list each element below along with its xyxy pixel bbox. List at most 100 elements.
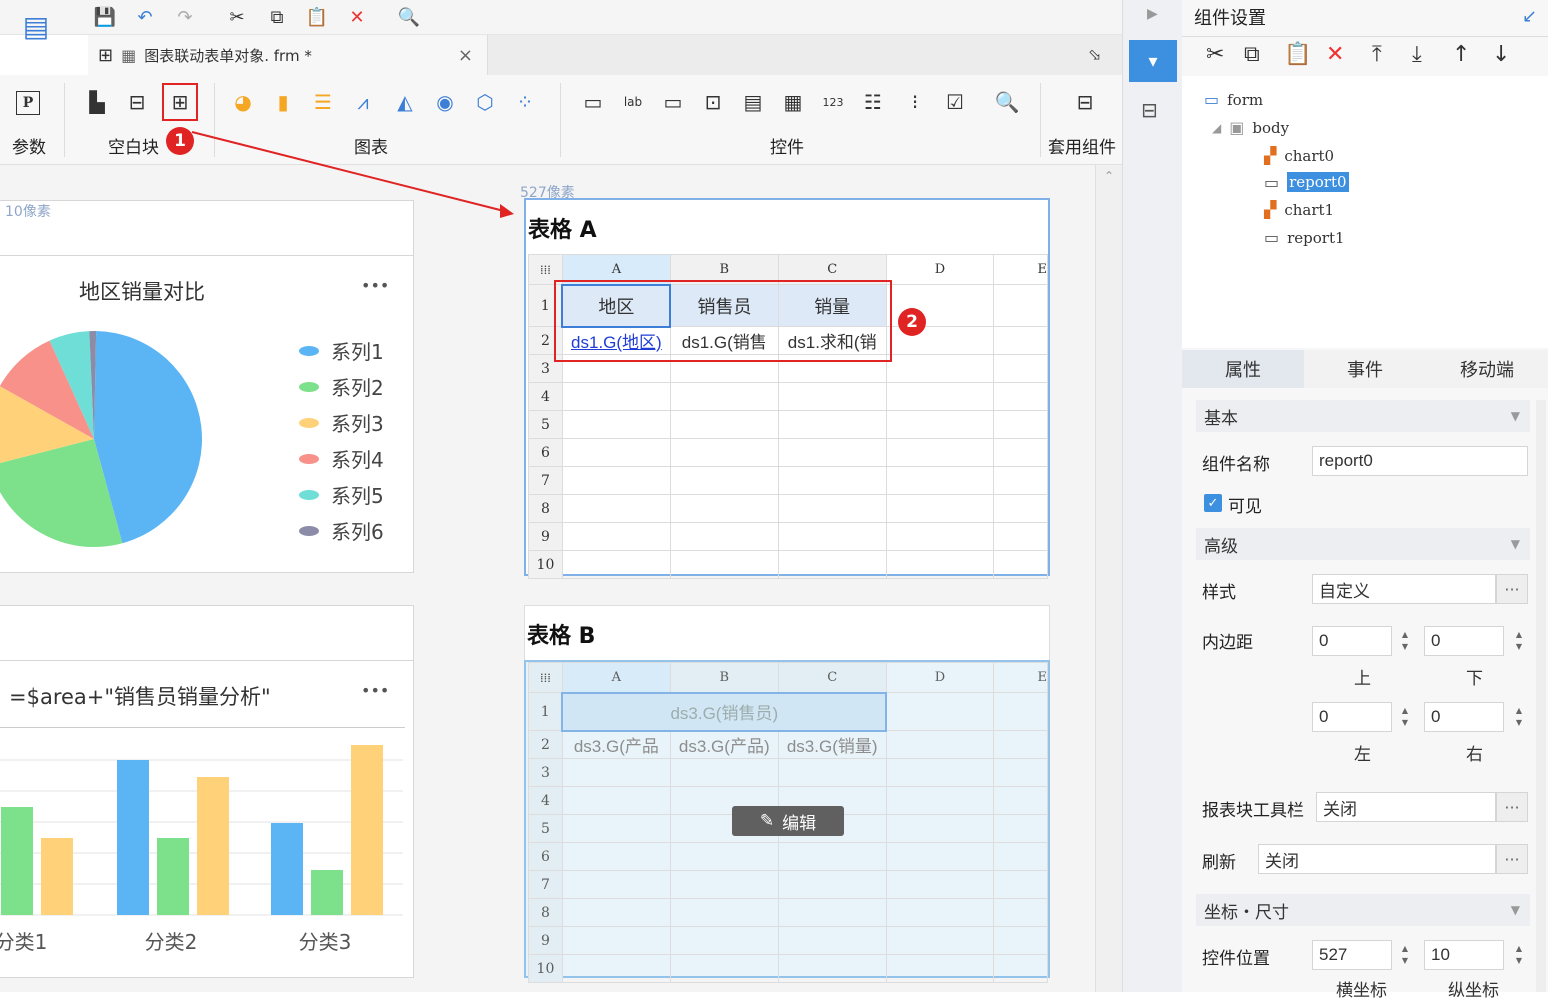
table-cell[interactable] <box>993 354 1048 383</box>
table-cell[interactable] <box>777 758 887 787</box>
refresh-more-button[interactable]: ··· <box>1496 844 1528 874</box>
table-cell[interactable] <box>993 786 1048 815</box>
table-cell[interactable] <box>777 870 887 899</box>
row-header[interactable]: 4 <box>528 382 563 411</box>
table-cell[interactable] <box>885 410 995 439</box>
button-widget-icon[interactable]: ▭ <box>578 87 608 117</box>
style-more-button[interactable]: ··· <box>1496 574 1528 604</box>
line-chart-icon[interactable]: ⩘ <box>348 87 378 117</box>
component-settings-icon[interactable]: ▾ <box>1129 40 1177 82</box>
table-cell[interactable] <box>561 758 671 787</box>
move-up-icon[interactable]: ↑ <box>1452 42 1470 67</box>
table-cell[interactable] <box>885 758 995 787</box>
table-cell[interactable] <box>885 786 995 815</box>
table-cell[interactable] <box>669 954 779 983</box>
table-cell[interactable] <box>993 284 1048 327</box>
radar-chart-icon[interactable]: ⬡ <box>470 87 500 117</box>
table-cell[interactable] <box>561 550 671 579</box>
cut-icon[interactable]: ✂ <box>1206 42 1224 67</box>
row-header[interactable]: 5 <box>528 410 563 439</box>
table-cell[interactable] <box>669 758 779 787</box>
table-cell[interactable] <box>561 898 671 927</box>
table-cell[interactable] <box>669 466 779 495</box>
legend-item[interactable]: 系列5 <box>299 480 384 509</box>
chart-more-icon[interactable]: ••• <box>361 681 389 700</box>
table-cell[interactable] <box>885 926 995 955</box>
table-cell[interactable] <box>885 354 995 383</box>
paste-icon[interactable]: 📋 <box>304 4 330 30</box>
toolbar-input[interactable]: 关闭 <box>1316 792 1496 822</box>
col-header[interactable]: E <box>993 662 1048 693</box>
table-cell[interactable] <box>561 786 671 815</box>
gauge-chart-icon[interactable]: ◉ <box>430 87 460 117</box>
date-widget-icon[interactable]: ▦ <box>778 87 808 117</box>
expand-arrow-icon[interactable]: ▶ <box>1147 6 1158 22</box>
padding-right-input[interactable]: 0 <box>1424 702 1504 732</box>
preset-component-icon[interactable]: ⊟ <box>1070 87 1100 117</box>
spinner[interactable]: ▲ ▼ <box>1398 626 1412 656</box>
legend-item[interactable]: 系列2 <box>299 372 384 401</box>
table-cell[interactable] <box>561 382 671 411</box>
table-cell[interactable] <box>993 410 1048 439</box>
report-block-icon[interactable]: ⊞ <box>162 83 198 121</box>
tab-mobile[interactable]: 移动端 <box>1426 350 1548 388</box>
row-header[interactable]: 4 <box>528 786 563 815</box>
table-cell[interactable] <box>561 954 671 983</box>
table-cell[interactable] <box>993 758 1048 787</box>
spinner[interactable]: ▲ ▼ <box>1512 702 1526 732</box>
column-chart-icon[interactable]: ☰ <box>308 87 338 117</box>
table-cell[interactable] <box>885 382 995 411</box>
table-cell[interactable] <box>993 842 1048 871</box>
tree-item-chart0[interactable]: ▞ chart0 <box>1264 146 1334 165</box>
table-cell[interactable] <box>993 494 1048 523</box>
padding-top-input[interactable]: 0 <box>1312 626 1392 656</box>
table-cell[interactable]: ds3.G(销售员) <box>561 691 888 732</box>
row-header[interactable]: 10 <box>528 954 563 983</box>
tree-item-chart1[interactable]: ▞ chart1 <box>1264 200 1334 219</box>
table-cell[interactable] <box>669 550 779 579</box>
table-cell[interactable]: ds3.G(销量) <box>777 730 887 759</box>
toolbar-more-button[interactable]: ··· <box>1496 792 1528 822</box>
section-advanced[interactable]: 高级 ▼ <box>1196 528 1530 560</box>
spinner[interactable]: ▲ ▼ <box>1398 940 1412 970</box>
collapse-icon[interactable]: ◢ <box>1212 121 1221 135</box>
table-cell[interactable] <box>669 382 779 411</box>
tree-item-report1[interactable]: ▭ report1 <box>1264 228 1345 247</box>
tab-form-file[interactable]: ⊞ ▦ 图表联动表单对象. frm * × <box>88 35 488 75</box>
table-cell[interactable] <box>885 466 995 495</box>
table-cell[interactable] <box>669 870 779 899</box>
table-cell[interactable] <box>885 522 995 551</box>
table-cell[interactable]: ds3.G(产品) <box>669 730 779 759</box>
row-header[interactable]: 8 <box>528 898 563 927</box>
tree-item-form[interactable]: ▭ form <box>1204 90 1263 109</box>
table-cell[interactable] <box>885 692 995 731</box>
copy-icon[interactable]: ⧉ <box>1244 42 1260 67</box>
col-header[interactable]: B <box>669 662 779 693</box>
report1-panel[interactable]: ⁞⁞⁞ A B C D E 1 ds3.G(销售员) 2 ds3.G(产品 ds… <box>524 660 1050 983</box>
bar-chart-icon[interactable]: ▮ <box>268 87 298 117</box>
number-widget-icon[interactable]: 123 <box>818 87 848 117</box>
table-cell[interactable] <box>561 870 671 899</box>
col-header[interactable]: E <box>993 254 1048 285</box>
table-cell[interactable] <box>993 954 1048 983</box>
table-cell[interactable] <box>561 522 671 551</box>
table-cell[interactable] <box>885 898 995 927</box>
textarea-widget-icon[interactable]: ☷ <box>858 87 888 117</box>
table-cell[interactable] <box>561 842 671 871</box>
table-cell[interactable] <box>993 550 1048 579</box>
table-cell[interactable] <box>669 494 779 523</box>
tree-item-body[interactable]: ◢ ▣ body <box>1212 118 1289 137</box>
delete-icon[interactable]: ✕ <box>1326 42 1344 67</box>
refresh-input[interactable]: 关闭 <box>1258 844 1496 874</box>
redo-icon[interactable]: ↷ <box>172 4 198 30</box>
col-header[interactable]: D <box>885 254 995 285</box>
table-cell[interactable] <box>993 382 1048 411</box>
table-cell[interactable] <box>777 466 887 495</box>
parameter-icon[interactable]: P <box>16 91 40 115</box>
tab-properties[interactable]: 属性 <box>1182 350 1304 388</box>
table-cell[interactable] <box>669 898 779 927</box>
table-cell[interactable] <box>993 926 1048 955</box>
table-cell[interactable] <box>993 898 1048 927</box>
area-chart-icon[interactable]: ◭ <box>390 87 420 117</box>
label-widget-icon[interactable]: lab <box>618 87 648 117</box>
